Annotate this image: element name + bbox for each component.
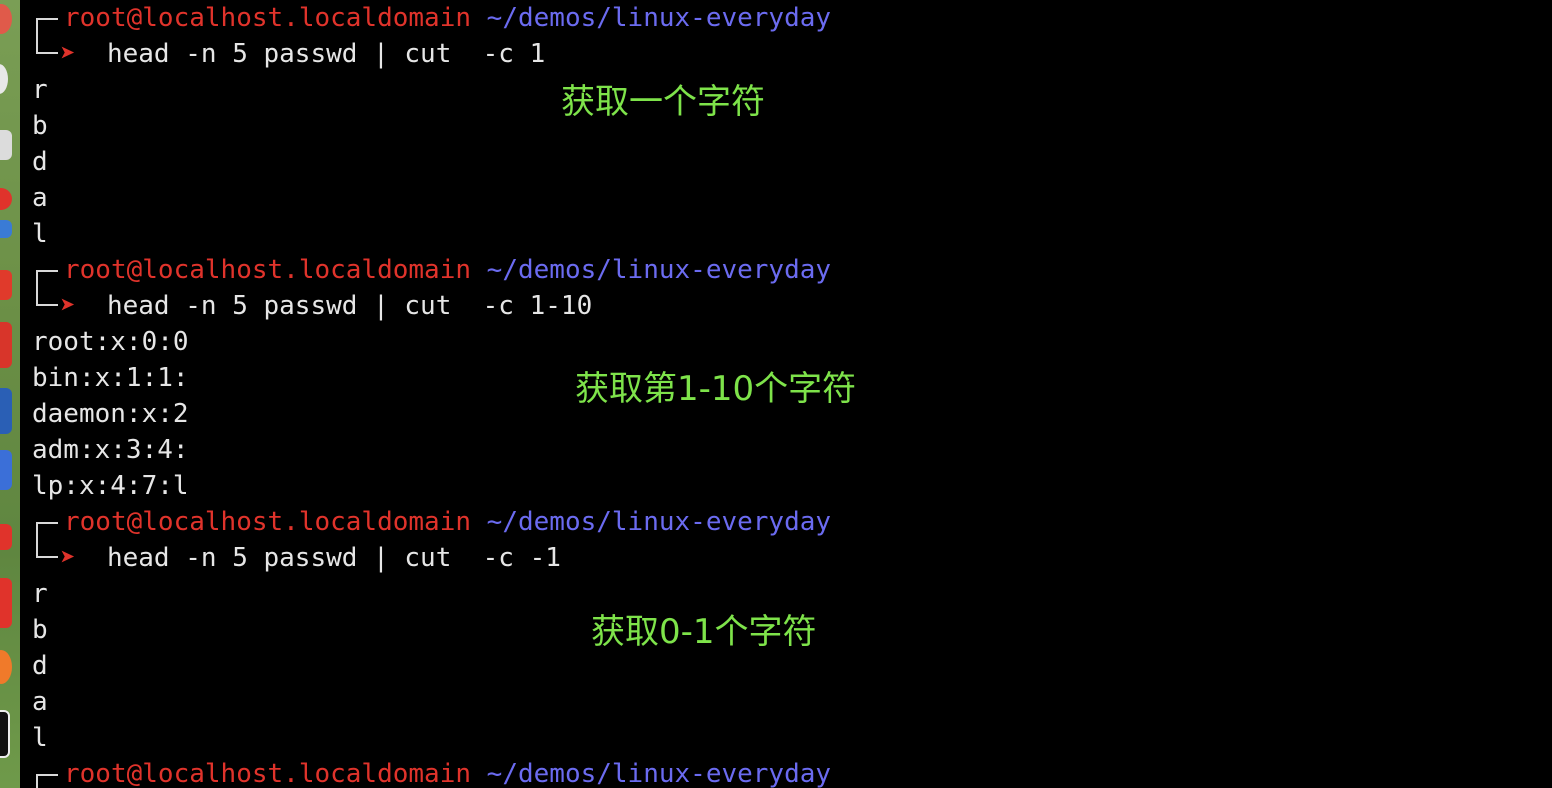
prompt-bracket-top (36, 522, 58, 540)
command-text: head -n 5 passwd | cut -c 1 (106, 39, 546, 69)
prompt-user: root (64, 3, 127, 33)
prompt-user: root (64, 759, 127, 788)
output-line: a (32, 687, 48, 717)
command-text: head -n 5 passwd | cut -c 1-10 (106, 291, 593, 321)
prompt-host: localhost.localdomain (142, 3, 472, 33)
output-line: a (32, 183, 48, 213)
prompt-line: root@localhost.localdomain ~/demos/linux… (32, 0, 831, 36)
output-line: d (32, 147, 48, 177)
output-line: b (32, 111, 48, 141)
dock-app-icon[interactable] (0, 524, 12, 550)
output-line: r (32, 579, 48, 609)
annotation-note: 获取一个字符 (561, 82, 765, 122)
desktop-dock-strip (0, 0, 20, 788)
dock-app-icon[interactable] (0, 710, 10, 758)
prompt-path: ~/demos/linux-everyday (486, 507, 832, 537)
terminal-window[interactable]: root@localhost.localdomain ~/demos/linux… (20, 0, 1552, 788)
output-line: r (32, 75, 48, 105)
dock-app-icon[interactable] (0, 322, 12, 368)
prompt-host: localhost.localdomain (142, 255, 472, 285)
output-line: l (32, 219, 48, 249)
prompt-host: localhost.localdomain (142, 759, 472, 788)
prompt-arrow-icon: ➤ (60, 39, 76, 69)
output-line: b (32, 615, 48, 645)
dock-app-icon[interactable] (0, 388, 12, 434)
annotation-note: 获取0-1个字符 (591, 612, 817, 652)
prompt-bracket-bottom (36, 540, 58, 558)
dock-app-icon[interactable] (0, 450, 12, 490)
prompt-bracket-top (36, 18, 58, 36)
prompt-bracket-top (36, 270, 58, 288)
output-line: daemon:x:2 (32, 399, 189, 429)
prompt-arrow-icon: ➤ (60, 543, 76, 573)
dock-app-icon[interactable] (0, 4, 12, 34)
dock-app-icon[interactable] (0, 130, 12, 160)
prompt-at: @ (126, 3, 143, 33)
prompt-line: root@localhost.localdomain ~/demos/linux… (32, 756, 831, 788)
prompt-path: ~/demos/linux-everyday (486, 3, 832, 33)
prompt-at: @ (126, 759, 143, 788)
annotation-note: 获取第1-10个字符 (575, 369, 857, 409)
prompt-bracket-bottom (36, 288, 58, 306)
output-line: adm:x:3:4: (32, 435, 189, 465)
prompt-bracket-top (36, 774, 58, 788)
prompt-path: ~/demos/linux-everyday (486, 255, 832, 285)
output-line: root:x:0:0 (32, 327, 189, 357)
output-line: d (32, 651, 48, 681)
prompt-path: ~/demos/linux-everyday (486, 759, 832, 788)
command-line[interactable]: ➤ head -n 5 passwd | cut -c 1 (32, 36, 545, 72)
prompt-user: root (64, 507, 127, 537)
prompt-host: localhost.localdomain (142, 507, 472, 537)
prompt-at: @ (126, 507, 143, 537)
prompt-at: @ (126, 255, 143, 285)
dock-app-icon[interactable] (0, 188, 12, 210)
prompt-line: root@localhost.localdomain ~/demos/linux… (32, 504, 831, 540)
dock-app-icon[interactable] (0, 220, 12, 238)
command-line[interactable]: ➤ head -n 5 passwd | cut -c 1-10 (32, 288, 592, 324)
dock-app-icon[interactable] (0, 650, 12, 684)
prompt-arrow-icon: ➤ (60, 291, 76, 321)
command-line[interactable]: ➤ head -n 5 passwd | cut -c -1 (32, 540, 561, 576)
prompt-user: root (64, 255, 127, 285)
prompt-line: root@localhost.localdomain ~/demos/linux… (32, 252, 831, 288)
output-line: lp:x:4:7:l (32, 471, 189, 501)
dock-app-icon[interactable] (0, 270, 12, 300)
dock-app-icon[interactable] (0, 578, 12, 628)
command-text: head -n 5 passwd | cut -c -1 (106, 543, 561, 573)
output-line: l (32, 723, 48, 753)
prompt-bracket-bottom (36, 36, 58, 54)
output-line: bin:x:1:1: (32, 363, 189, 393)
dock-app-icon[interactable] (0, 64, 8, 94)
